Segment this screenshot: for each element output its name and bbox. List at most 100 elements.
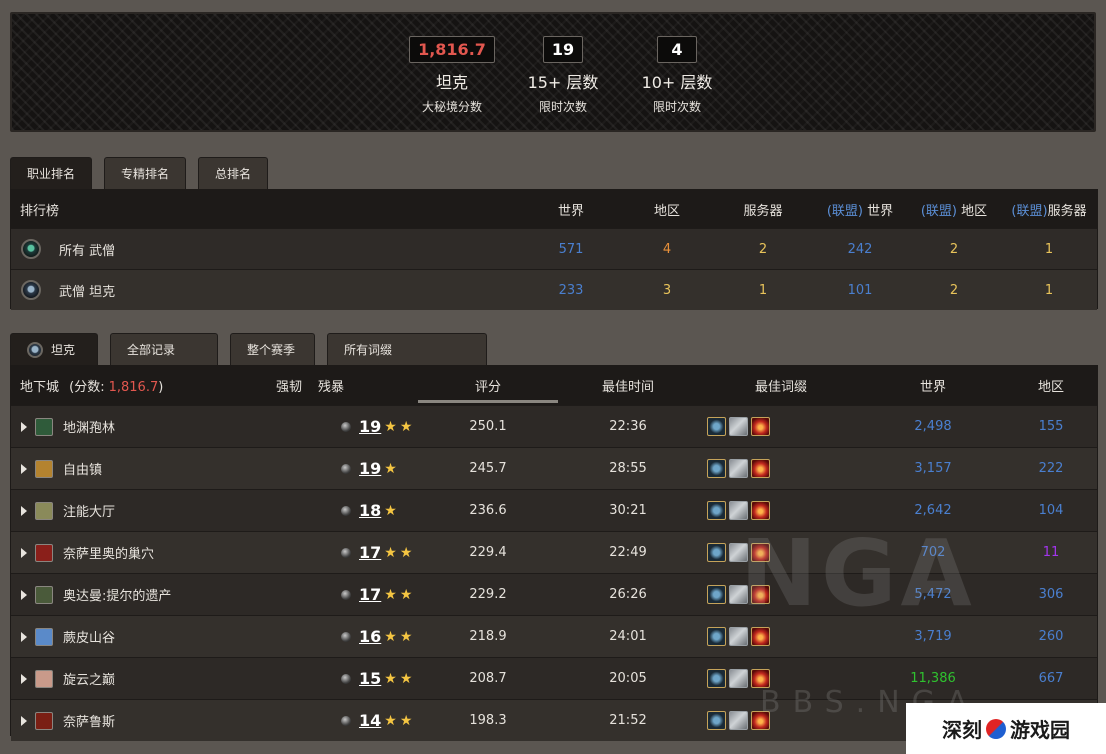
star-icon: ★	[384, 712, 397, 729]
affix-thundering-icon[interactable]	[751, 417, 770, 436]
affix-storming-icon[interactable]	[729, 417, 748, 436]
expand-arrow-icon[interactable]	[21, 715, 27, 726]
timed-15-value: 19	[542, 36, 584, 63]
dungeon-rating: 208.7	[469, 671, 507, 686]
star-icon: ★	[384, 418, 397, 435]
affix-fortified-icon[interactable]	[707, 459, 726, 478]
affix-fortified-icon[interactable]	[707, 417, 726, 436]
tab-all-records[interactable]: 全部记录	[110, 333, 218, 365]
ranking-row-all-monk[interactable]: 所有 武僧 571 4 2 242 2 1	[11, 228, 1097, 269]
col-best-affixes: 最佳词缀	[754, 380, 807, 395]
affix-storming-icon[interactable]	[729, 669, 748, 688]
keystone-level-link[interactable]: 15	[359, 669, 381, 688]
affix-storming-icon[interactable]	[729, 711, 748, 730]
dungeon-name[interactable]: 奈萨鲁斯	[63, 711, 323, 730]
dungeon-header-row: 地下城 (分数: 1,816.7) 强韧 残暴 评分 最佳时间 最佳词缀 世界 地…	[11, 366, 1097, 405]
expand-arrow-icon[interactable]	[21, 589, 27, 600]
timed-10-value: 4	[657, 36, 697, 63]
dungeon-icon	[35, 585, 53, 604]
dungeon-best-time: 20:05	[609, 671, 647, 686]
affix-fortified-icon[interactable]	[707, 711, 726, 730]
tab-all-affixes[interactable]: 所有词缀	[327, 333, 487, 365]
col-rating[interactable]: 评分	[418, 376, 558, 395]
ranking-row-name: 武僧 坦克	[59, 284, 116, 300]
dungeon-name[interactable]: 地渊孢林	[63, 417, 323, 436]
keystone-level-link[interactable]: 19	[359, 459, 381, 478]
affix-thundering-icon[interactable]	[751, 627, 770, 646]
keystone-level-link[interactable]: 14	[359, 711, 381, 730]
keystone-icon	[341, 547, 351, 558]
dungeon-name[interactable]: 蕨皮山谷	[63, 627, 323, 646]
expand-arrow-icon[interactable]	[21, 547, 27, 558]
star-icon: ★	[399, 586, 413, 603]
keystone-level: 19 ★	[341, 459, 397, 478]
tab-whole-season[interactable]: 整个赛季	[230, 333, 315, 365]
timed-15-stat: 19 15+ 层数 限时次数	[503, 36, 623, 115]
affix-thundering-icon[interactable]	[751, 459, 770, 478]
dungeon-icon	[35, 543, 53, 562]
expand-arrow-icon[interactable]	[21, 463, 27, 474]
expand-arrow-icon[interactable]	[21, 505, 27, 516]
tab-overall-rank[interactable]: 总排名	[198, 157, 269, 189]
keystone-level-link[interactable]: 19	[359, 417, 381, 436]
dungeon-region-rank: 306	[1038, 587, 1064, 602]
affix-fortified-icon[interactable]	[707, 669, 726, 688]
expand-arrow-icon[interactable]	[21, 421, 27, 432]
star-icon: ★	[399, 544, 413, 561]
col-alliance-world: (联盟) 世界	[815, 200, 905, 219]
ranking-row-monk-tank[interactable]: 武僧 坦克 233 3 1 101 2 1	[11, 269, 1097, 310]
col-world[interactable]: 世界	[893, 376, 973, 395]
alliance-tag: (联盟)	[826, 203, 863, 219]
rank-region: 3	[662, 282, 672, 298]
affix-fortified-icon[interactable]	[707, 543, 726, 562]
col-tyrannical[interactable]: 残暴	[318, 376, 344, 395]
dungeon-name[interactable]: 注能大厅	[63, 501, 323, 520]
star-icon: ★	[384, 502, 397, 519]
tab-tank[interactable]: 坦克	[10, 333, 98, 365]
dungeon-name[interactable]: 奈萨里奥的巢穴	[63, 543, 323, 562]
col-best-time[interactable]: 最佳时间	[578, 376, 678, 395]
dungeon-name[interactable]: 自由镇	[63, 459, 323, 478]
affix-storming-icon[interactable]	[729, 459, 748, 478]
keystone-level-link[interactable]: 18	[359, 501, 381, 520]
dungeon-rating: 250.1	[469, 419, 507, 434]
tab-spec-rank[interactable]: 专精排名	[104, 157, 187, 189]
keystone-level-link[interactable]: 16	[359, 627, 381, 646]
affix-storming-icon[interactable]	[729, 501, 748, 520]
sort-indicator	[418, 400, 558, 403]
affix-thundering-icon[interactable]	[751, 501, 770, 520]
score-value: 1,816.7	[108, 380, 159, 395]
alliance-region-label: 地区	[961, 203, 988, 219]
dungeon-rating: 218.9	[469, 629, 507, 644]
dungeon-row[interactable]: 自由镇 19 ★ 245.7 28:55 3,157 222	[11, 447, 1097, 489]
col-region[interactable]: 地区	[1011, 376, 1091, 395]
affix-fortified-icon[interactable]	[707, 501, 726, 520]
dungeon-rating: 229.4	[469, 545, 507, 560]
affix-fortified-icon[interactable]	[707, 627, 726, 646]
keystone-level: 17 ★ ★	[341, 585, 412, 604]
dungeon-name[interactable]: 奥达曼:提尔的遗产	[63, 585, 323, 604]
rank-server: 1	[758, 282, 768, 298]
expand-arrow-icon[interactable]	[21, 631, 27, 642]
dungeon-world-rank: 11,386	[910, 671, 956, 686]
dungeon-region-rank: 260	[1038, 629, 1064, 644]
dungeon-name[interactable]: 旋云之巅	[63, 669, 323, 688]
dungeon-rating: 245.7	[469, 461, 507, 476]
rank-alliance-server: 1	[1044, 241, 1054, 257]
tab-class-rank[interactable]: 职业排名	[10, 157, 93, 189]
dungeon-region-rank: 11	[1042, 545, 1060, 560]
dungeon-row[interactable]: 地渊孢林 19 ★ ★ 250.1 22:36 2,498 155	[11, 405, 1097, 447]
col-fortified[interactable]: 强韧	[276, 376, 302, 395]
keystone-level-link[interactable]: 17	[359, 585, 381, 604]
alliance-world-label: 世界	[867, 203, 894, 219]
dungeon-region-rank: 104	[1038, 503, 1064, 518]
keystone-level-link[interactable]: 17	[359, 543, 381, 562]
affix-storming-icon[interactable]	[729, 627, 748, 646]
rank-world: 571	[558, 241, 584, 257]
expand-arrow-icon[interactable]	[21, 673, 27, 684]
alliance-tag: (联盟)	[920, 203, 957, 219]
rank-region: 4	[662, 241, 672, 257]
star-icon: ★	[384, 460, 397, 477]
logo-text-right: 游戏园	[1010, 718, 1070, 742]
affix-fortified-icon[interactable]	[707, 585, 726, 604]
